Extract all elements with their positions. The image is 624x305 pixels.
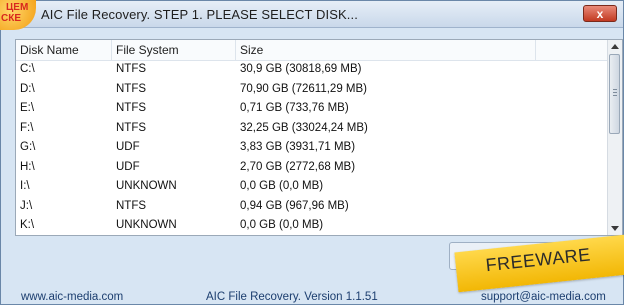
badge-text-line1: ЦЕМ <box>6 2 29 13</box>
vertical-scrollbar[interactable] <box>607 40 622 235</box>
website-link[interactable]: www.aic-media.com <box>21 291 123 303</box>
column-header-size[interactable]: Size <box>236 40 536 60</box>
grip-line <box>613 95 617 96</box>
column-header-file-system[interactable]: File System <box>112 40 236 60</box>
scrollbar-thumb[interactable] <box>609 54 620 134</box>
table-row[interactable]: J:\ NTFS 0,94 GB (967,96 MB) <box>16 197 610 217</box>
size-cell: 70,90 GB (72611,29 MB) <box>240 82 367 95</box>
table-row[interactable]: I:\ UNKNOWN 0,0 GB (0,0 MB) <box>16 177 610 197</box>
table-row[interactable]: K:\ UNKNOWN 0,0 GB (0,0 MB) <box>16 216 610 235</box>
table-row[interactable]: H:\ UDF 2,70 GB (2772,68 MB) <box>16 158 610 178</box>
disk-list[interactable]: Disk Name File System Size C:\ NTFS 30,9 G… <box>15 39 623 236</box>
size-cell: 32,25 GB (33024,24 MB) <box>240 121 368 134</box>
disk-name-cell: I:\ <box>20 180 30 192</box>
version-label: AIC File Recovery. Version 1.1.51 <box>206 291 378 303</box>
disk-name-cell: D:\ <box>20 82 35 95</box>
size-cell: 0,0 GB (0,0 MB) <box>240 219 324 231</box>
column-header-empty <box>536 40 610 60</box>
file-system-cell: NTFS <box>116 199 147 212</box>
badge-text-line2: СКЕ <box>1 13 21 24</box>
disk-name-cell: F:\ <box>20 121 34 134</box>
file-system-cell: NTFS <box>116 82 147 95</box>
table-row[interactable]: C:\ NTFS 30,9 GB (30818,69 MB) <box>16 60 610 80</box>
arrow-down-icon[interactable] <box>611 226 619 231</box>
disk-name-cell: G:\ <box>20 141 36 153</box>
grip-line <box>613 89 617 90</box>
disk-name-cell: K:\ <box>20 219 35 231</box>
size-cell: 0,94 GB (967,96 MB) <box>240 199 349 212</box>
file-system-cell: UDF <box>116 160 140 173</box>
disk-name-cell: C:\ <box>20 63 35 75</box>
size-cell: 0,71 GB (733,76 MB) <box>240 102 349 114</box>
file-system-cell: UNKNOWN <box>116 219 177 231</box>
disk-name-cell: J:\ <box>20 199 33 212</box>
table-row[interactable]: G:\ UDF 3,83 GB (3931,71 MB) <box>16 138 610 158</box>
size-cell: 0,0 GB (0,0 MB) <box>240 180 324 192</box>
grip-line <box>613 92 617 93</box>
table-body: C:\ NTFS 30,9 GB (30818,69 MB) D:\ NTFS 70,90… <box>16 60 610 235</box>
file-system-cell: NTFS <box>116 121 147 134</box>
file-system-cell: NTFS <box>116 102 147 114</box>
file-system-cell: UDF <box>116 141 140 153</box>
file-system-cell: UNKNOWN <box>116 180 177 192</box>
close-icon: x <box>596 6 604 21</box>
support-email-link[interactable]: support@aic-media.com <box>481 291 606 303</box>
disk-name-cell: H:\ <box>20 160 35 173</box>
table-row[interactable]: D:\ NTFS 70,90 GB (72611,29 MB) <box>16 80 610 100</box>
table-row[interactable]: F:\ NTFS 32,25 GB (33024,24 MB) <box>16 119 610 139</box>
table-header: Disk Name File System Size <box>16 40 610 61</box>
close-button[interactable]: x <box>583 5 617 22</box>
size-cell: 2,70 GB (2772,68 MB) <box>240 160 356 173</box>
column-header-disk-name[interactable]: Disk Name <box>16 40 112 60</box>
disk-name-cell: E:\ <box>20 102 35 114</box>
size-cell: 30,9 GB (30818,69 MB) <box>240 63 362 75</box>
table-row[interactable]: E:\ NTFS 0,71 GB (733,76 MB) <box>16 99 610 119</box>
arrow-up-icon[interactable] <box>611 44 619 49</box>
size-cell: 3,83 GB (3931,71 MB) <box>240 141 356 153</box>
window-title: AIC File Recovery. STEP 1. PLEASE SELECT… <box>41 7 358 22</box>
title-bar: AIC File Recovery. STEP 1. PLEASE SELECT… <box>1 1 623 28</box>
file-system-cell: NTFS <box>116 63 147 75</box>
